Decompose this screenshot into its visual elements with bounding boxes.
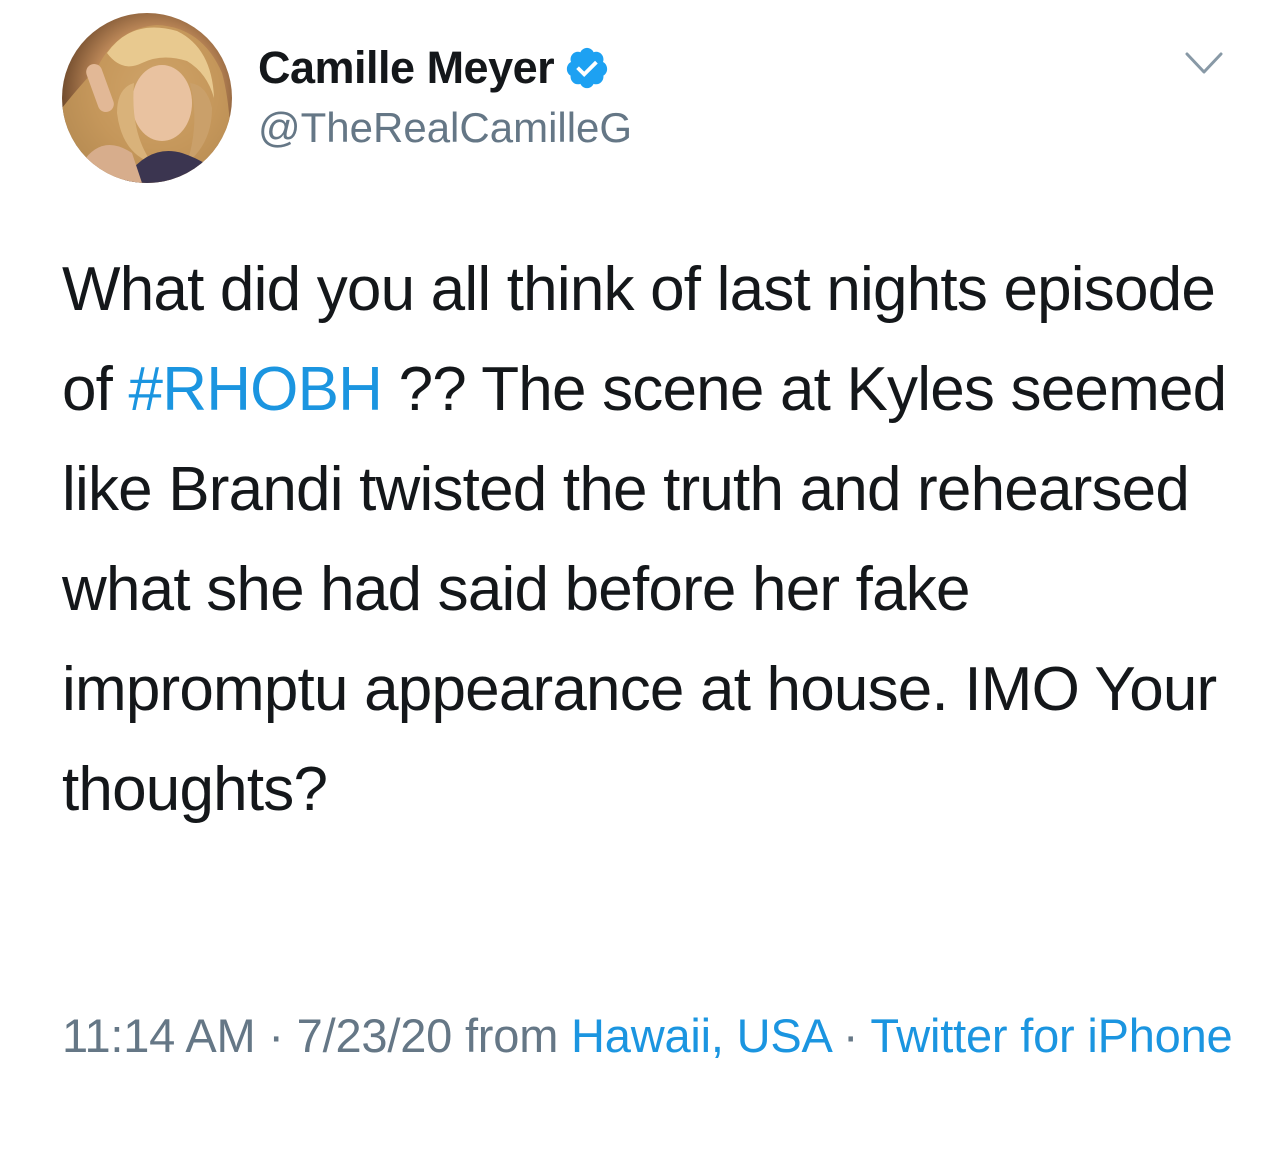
tweet-time[interactable]: 11:14 AM	[62, 1009, 256, 1062]
from-label: from	[452, 1009, 572, 1062]
verified-badge-icon	[567, 47, 608, 89]
chevron-down-icon	[1185, 52, 1223, 74]
avatar[interactable]	[62, 13, 232, 183]
tweet-text: What did you all think of last nights ep…	[62, 240, 1237, 840]
location-link[interactable]: Hawaii, USA	[571, 1009, 830, 1062]
meta-separator: ·	[830, 1009, 871, 1062]
tweet-date[interactable]: 7/23/20	[297, 1009, 453, 1062]
tweet-text-part: ?? The scene at Kyles seemed like Brandi…	[62, 355, 1227, 824]
more-options-button[interactable]	[1184, 50, 1224, 78]
author-handle[interactable]: @TheRealCamilleG	[258, 104, 632, 152]
source-link[interactable]: Twitter for iPhone	[870, 1009, 1232, 1062]
tweet-metadata: 11:14 AM · 7/23/20 from Hawaii, USA · Tw…	[62, 1003, 1242, 1069]
avatar-photo	[62, 25, 232, 183]
author-name-row[interactable]: Camille Meyer	[258, 40, 610, 96]
author-display-name[interactable]: Camille Meyer	[258, 42, 555, 94]
meta-separator: ·	[255, 1009, 297, 1062]
hashtag-link[interactable]: #RHOBH	[129, 355, 383, 424]
tweet-card: Camille Meyer @TheRealCamilleG What did …	[0, 0, 1280, 1160]
